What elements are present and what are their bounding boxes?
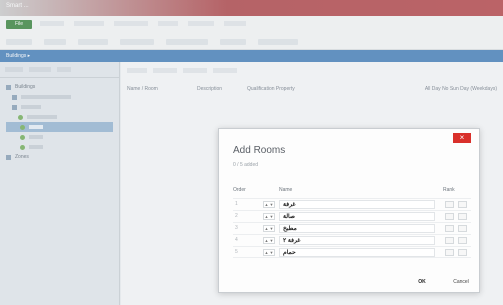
stepper-down-icon[interactable]: ▼ [269,214,274,219]
stepper-down-icon[interactable]: ▼ [269,202,274,207]
room-row: 5 ▲ ▼ حمام [233,246,471,258]
room-name-field[interactable]: غرفة [279,200,435,209]
stepper-down-icon[interactable]: ▼ [269,238,274,243]
order-stepper[interactable]: ▲ ▼ [263,201,275,208]
room-row: 2 ▲ ▼ صالة [233,210,471,222]
order-stepper[interactable]: ▲ ▼ [263,237,275,244]
column-header-name: Name [279,187,293,193]
stepper-down-icon[interactable]: ▼ [269,226,274,231]
close-icon: × [459,133,465,142]
order-stepper[interactable]: ▲ ▼ [263,225,275,232]
room-name-field[interactable]: صالة [279,212,435,221]
column-header-order: Order [233,187,246,193]
ok-button[interactable]: OK [415,277,429,287]
row-checkbox[interactable] [445,225,454,232]
room-list: 1 ▲ ▼ غرفة 2 ▲ ▼ صالة 3 ▲ ▼ مطبخ 4 ▲ ▼ غرفة … [233,198,471,258]
row-checkbox[interactable] [458,249,467,256]
room-row: 4 ▲ ▼ غرفة ٢ [233,234,471,246]
cancel-button[interactable]: Cancel [449,277,473,287]
row-checkbox[interactable] [458,213,467,220]
room-name-field[interactable]: غرفة ٢ [279,236,435,245]
dialog-subtitle: 0 / 5 added [233,162,259,168]
row-checkbox[interactable] [445,237,454,244]
row-checkbox[interactable] [458,201,467,208]
order-stepper[interactable]: ▲ ▼ [263,249,275,256]
row-checkbox[interactable] [458,237,467,244]
room-row: 1 ▲ ▼ غرفة [233,198,471,210]
row-order: 5 [235,249,238,255]
row-order: 3 [235,225,238,231]
row-order: 2 [235,213,238,219]
stepper-down-icon[interactable]: ▼ [269,250,274,255]
dialog-title: Add Rooms [233,145,286,156]
row-checkbox[interactable] [458,225,467,232]
order-stepper[interactable]: ▲ ▼ [263,213,275,220]
room-name-field[interactable]: مطبخ [279,224,435,233]
row-checkbox[interactable] [445,201,454,208]
column-header-rank: Rank [443,187,455,193]
room-name-field[interactable]: حمام [279,248,435,257]
row-checkbox[interactable] [445,213,454,220]
add-rooms-dialog: × Add Rooms 0 / 5 added Order Name Rank … [218,128,480,293]
close-button[interactable]: × [453,133,471,143]
row-order: 4 [235,237,238,243]
row-order: 1 [235,201,238,207]
room-row: 3 ▲ ▼ مطبخ [233,222,471,234]
row-checkbox[interactable] [445,249,454,256]
